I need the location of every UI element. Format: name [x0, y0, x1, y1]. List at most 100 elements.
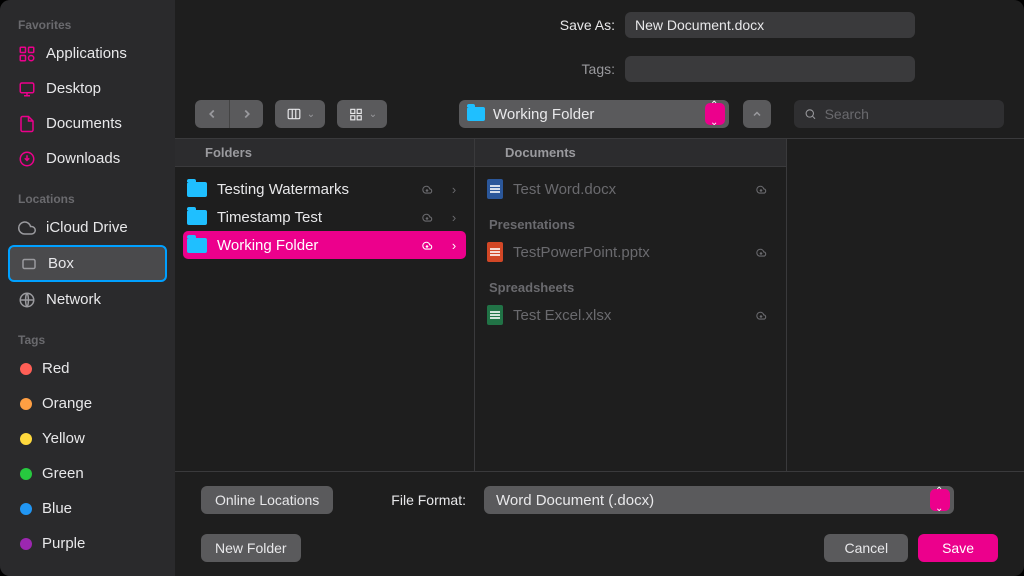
sidebar-item-label: Box: [48, 255, 74, 272]
file-label: TestPowerPoint.pptx: [513, 244, 740, 261]
chevron-down-icon: ⌄: [369, 109, 377, 120]
sidebar-item-label: Red: [42, 360, 70, 377]
powerpoint-file-icon: [487, 242, 503, 262]
folder-icon: [187, 238, 207, 253]
sidebar-item-box[interactable]: Box: [8, 245, 167, 282]
tag-dot-icon: [20, 433, 32, 445]
save-button[interactable]: Save: [918, 534, 998, 562]
files-subheading: Spreadsheets: [483, 266, 778, 301]
apps-icon: [18, 45, 36, 63]
save-as-row: Save As:: [175, 0, 1024, 44]
file-format-select[interactable]: Word Document (.docx): [484, 486, 954, 514]
view-columns-button[interactable]: ⌄: [275, 100, 325, 128]
tag-dot-icon: [20, 468, 32, 480]
file-format-label: File Format:: [391, 492, 466, 508]
folder-label: Timestamp Test: [217, 209, 406, 226]
search-input[interactable]: [823, 105, 994, 123]
files-subheading: Presentations: [483, 203, 778, 238]
folder-icon: [187, 182, 207, 197]
location-popup[interactable]: Working Folder: [459, 100, 729, 128]
box-icon: [20, 255, 38, 273]
sidebar-item-icloud[interactable]: iCloud Drive: [0, 210, 175, 245]
sidebar-heading-tags: Tags: [0, 325, 175, 351]
folder-label: Testing Watermarks: [217, 181, 406, 198]
cloud-icon: [750, 308, 772, 322]
file-row[interactable]: Test Excel.xlsx: [483, 301, 778, 329]
sidebar-heading-favorites: Favorites: [0, 10, 175, 36]
online-locations-button[interactable]: Online Locations: [201, 486, 333, 514]
stepper-icon: [930, 489, 950, 511]
sidebar-tag-green[interactable]: Green: [0, 456, 175, 491]
cloud-icon: [416, 182, 438, 196]
sidebar-item-documents[interactable]: Documents: [0, 106, 175, 141]
column-heading: Folders: [175, 139, 474, 167]
filename-input[interactable]: [625, 12, 915, 38]
column-heading: Documents: [475, 139, 786, 167]
sidebar-heading-locations: Locations: [0, 184, 175, 210]
sidebar-item-downloads[interactable]: Downloads: [0, 141, 175, 176]
new-folder-button[interactable]: New Folder: [201, 534, 301, 562]
sidebar-item-network[interactable]: Network: [0, 282, 175, 317]
save-dialog: Favorites Applications Desktop Documents: [0, 0, 1024, 576]
desktop-icon: [18, 80, 36, 98]
sidebar-item-label: Yellow: [42, 430, 85, 447]
nav-buttons: [195, 100, 263, 128]
folder-row[interactable]: Timestamp Test ›: [183, 203, 466, 231]
sidebar-tag-red[interactable]: Red: [0, 351, 175, 386]
tag-dot-icon: [20, 363, 32, 375]
cloud-icon: [750, 245, 772, 259]
sidebar-item-label: Desktop: [46, 80, 101, 97]
column-files: Documents Test Word.docx Presentations T…: [475, 139, 787, 471]
sidebar: Favorites Applications Desktop Documents: [0, 0, 175, 576]
sidebar-item-label: Purple: [42, 535, 85, 552]
bottom-bar: Online Locations File Format: Word Docum…: [175, 472, 1024, 576]
sidebar-tag-purple[interactable]: Purple: [0, 526, 175, 561]
forward-button[interactable]: [229, 100, 263, 128]
excel-file-icon: [487, 305, 503, 325]
sidebar-item-label: Applications: [46, 45, 127, 62]
cloud-icon: [750, 182, 772, 196]
view-grid-button[interactable]: ⌄: [337, 100, 387, 128]
collapse-button[interactable]: [743, 100, 771, 128]
sidebar-item-label: iCloud Drive: [46, 219, 128, 236]
file-format-value: Word Document (.docx): [496, 492, 922, 509]
file-row[interactable]: TestPowerPoint.pptx: [483, 238, 778, 266]
search-field[interactable]: [794, 100, 1004, 128]
folder-icon: [467, 107, 485, 121]
sidebar-item-desktop[interactable]: Desktop: [0, 71, 175, 106]
folder-row[interactable]: Testing Watermarks ›: [183, 175, 466, 203]
download-icon: [18, 150, 36, 168]
file-row[interactable]: Test Word.docx: [483, 175, 778, 203]
sidebar-item-applications[interactable]: Applications: [0, 36, 175, 71]
location-label: Working Folder: [493, 106, 697, 123]
sidebar-tag-blue[interactable]: Blue: [0, 491, 175, 526]
cloud-icon: [18, 219, 36, 237]
tags-input[interactable]: [625, 56, 915, 82]
chevron-right-icon: ›: [448, 182, 460, 197]
sidebar-tag-yellow[interactable]: Yellow: [0, 421, 175, 456]
save-as-label: Save As:: [175, 17, 615, 33]
column-folders: Folders Testing Watermarks › Timestamp T…: [175, 139, 475, 471]
toolbar: ⌄ ⌄ Working Folder: [175, 88, 1024, 138]
back-button[interactable]: [195, 100, 229, 128]
sidebar-tag-orange[interactable]: Orange: [0, 386, 175, 421]
cloud-icon: [416, 238, 438, 252]
word-file-icon: [487, 179, 503, 199]
chevron-right-icon: ›: [448, 238, 460, 253]
globe-icon: [18, 291, 36, 309]
sidebar-item-label: Network: [46, 291, 101, 308]
tag-dot-icon: [20, 503, 32, 515]
file-label: Test Excel.xlsx: [513, 307, 740, 324]
tags-label: Tags:: [175, 61, 615, 77]
tag-dot-icon: [20, 538, 32, 550]
search-icon: [804, 107, 817, 121]
format-row: Online Locations File Format: Word Docum…: [201, 486, 998, 514]
folder-label: Working Folder: [217, 237, 406, 254]
sidebar-item-label: Green: [42, 465, 84, 482]
chevron-down-icon: ⌄: [307, 109, 315, 120]
cancel-button[interactable]: Cancel: [824, 534, 908, 562]
folder-row-selected[interactable]: Working Folder ›: [183, 231, 466, 259]
folder-icon: [187, 210, 207, 225]
tag-dot-icon: [20, 398, 32, 410]
cloud-icon: [416, 210, 438, 224]
